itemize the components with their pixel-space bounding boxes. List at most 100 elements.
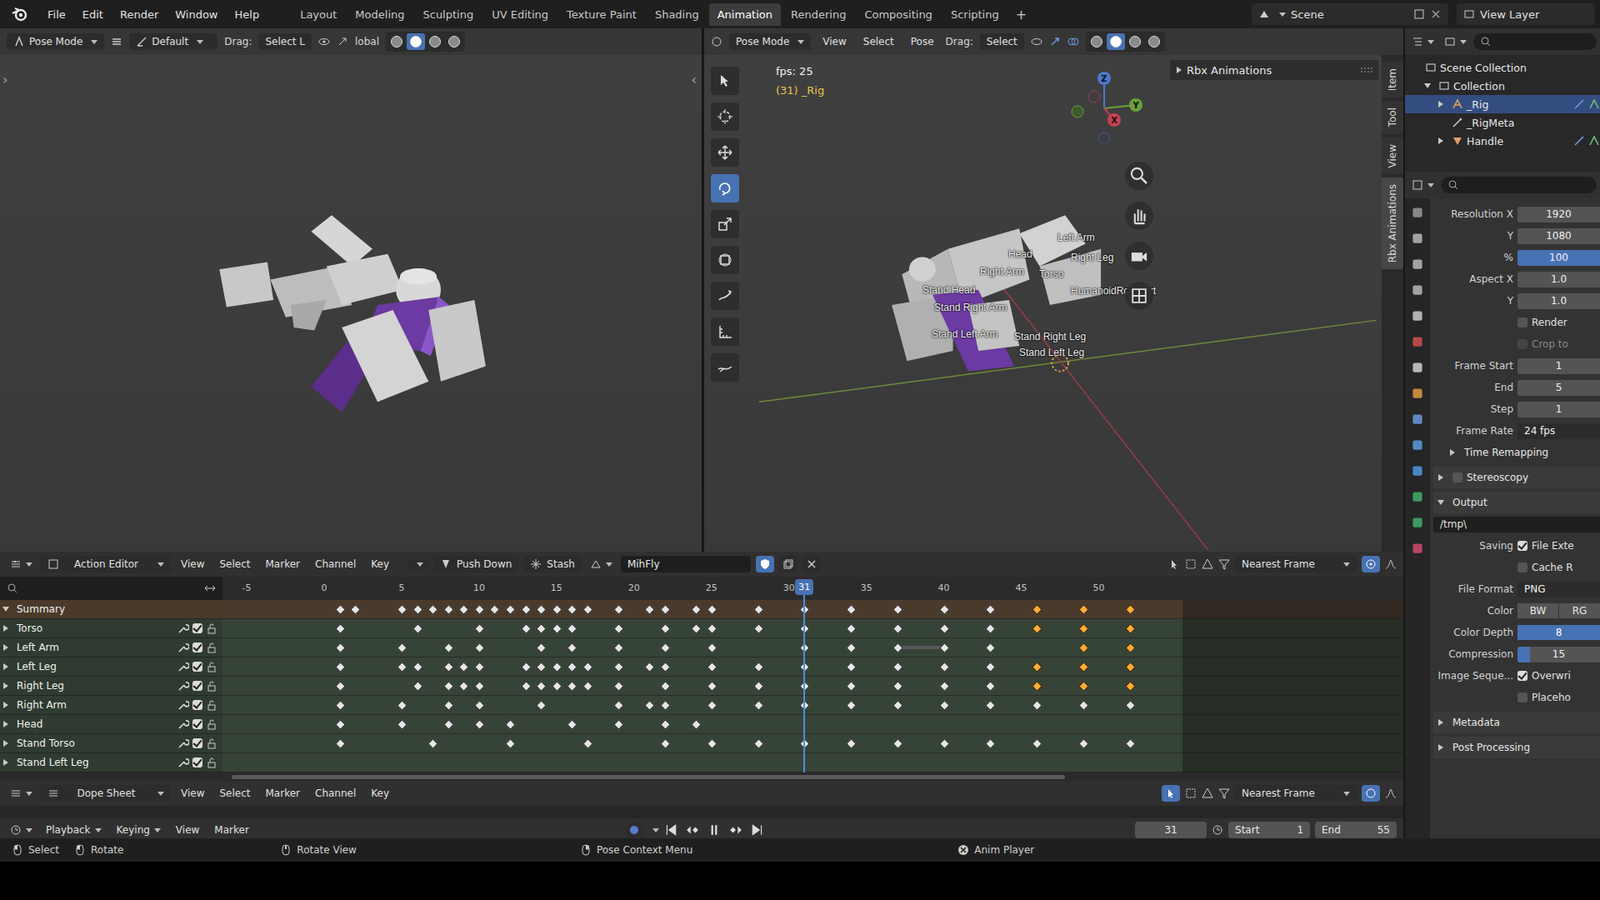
property-row[interactable]: SavingFile Exte [1433,535,1600,557]
keyframe[interactable] [892,642,904,654]
channel-row[interactable]: Right Leg [0,676,223,696]
stash-button[interactable]: Stash [523,555,582,573]
header-menu[interactable]: Playback [40,821,107,839]
keyframe[interactable] [892,700,904,711]
keyframe[interactable] [567,623,579,635]
keyframe[interactable] [753,738,765,750]
keyframe[interactable] [551,623,563,635]
properties-tab[interactable] [1410,282,1425,300]
wrench-icon[interactable] [177,680,190,692]
keyframe[interactable] [427,604,439,615]
filter-icon[interactable] [1218,787,1230,800]
editor-type-button[interactable] [6,555,36,573]
keyframe[interactable] [443,700,455,711]
property-row[interactable]: Aspect X1.0 [1433,268,1600,290]
keyframe[interactable] [412,661,424,673]
keyframe[interactable] [613,642,625,654]
header-menu[interactable]: Key [365,785,395,802]
keyframe[interactable] [613,604,625,615]
keyframe[interactable] [645,700,656,711]
drag-dropdown[interactable]: Select [980,33,1025,50]
menu-item[interactable]: Window [167,5,225,25]
keyframe[interactable] [613,661,625,673]
overlay-icon[interactable] [1067,35,1080,48]
keyframe[interactable] [412,604,424,615]
snapping-dropdown[interactable]: Nearest Frame [1235,785,1357,802]
properties-tab[interactable] [1410,205,1425,223]
pause-icon[interactable] [707,823,721,837]
keyframe[interactable] [845,642,857,654]
start-frame-field[interactable]: Start1 [1228,821,1310,839]
keyframe[interactable] [660,623,671,635]
channel-row[interactable]: Torso [0,619,223,639]
keyframe[interactable] [613,700,625,711]
keyframe[interactable] [753,700,765,711]
keyframe-canvas[interactable]: -50510152025303540455031 [222,576,1404,773]
keyframe[interactable] [1125,623,1136,635]
toggle-option[interactable]: RG [1559,603,1600,619]
keyframe[interactable] [939,604,950,615]
keyframe[interactable] [1031,738,1043,750]
keyframe[interactable] [582,661,594,673]
workspace-tab[interactable]: Scripting [942,3,1008,26]
keyframe[interactable] [458,604,470,615]
keyframe[interactable] [690,623,702,635]
lock-icon[interactable] [205,680,218,692]
keyframe[interactable] [520,661,532,673]
keyframe[interactable] [1125,661,1136,673]
keyframe[interactable] [474,680,485,692]
proportional-button[interactable] [1361,555,1380,573]
keyframe[interactable] [582,604,594,615]
header-menu[interactable]: Select [214,785,255,802]
keyframe[interactable] [1031,700,1043,711]
channel-row[interactable]: Stand Left Leg [0,753,223,773]
tool-button[interactable] [710,102,740,131]
keyframe[interactable] [567,661,579,673]
keyframe[interactable] [1078,623,1090,635]
keyframe[interactable] [474,604,485,615]
editor-type-button[interactable] [1408,176,1438,194]
keyframe[interactable] [335,604,346,615]
sidebar-tab[interactable]: Item [1381,61,1404,98]
properties-tab[interactable] [1410,385,1425,404]
action-browse-button[interactable] [586,555,616,573]
blender-logo-icon[interactable] [11,5,29,23]
keyframe[interactable] [645,604,656,615]
keyframe[interactable] [1125,700,1136,711]
keyframe[interactable] [427,738,439,750]
properties-search[interactable] [1440,176,1597,194]
keyframe[interactable] [458,661,470,673]
snapping-dropdown[interactable]: Nearest Frame [1235,555,1357,573]
editor-type-button[interactable] [1408,33,1438,50]
keyframe[interactable] [567,604,579,615]
keyframe[interactable] [706,642,718,654]
keyframe[interactable] [985,738,996,750]
eye-icon[interactable] [318,35,330,48]
keyframe[interactable] [551,680,563,692]
gizmo-icon[interactable] [336,35,349,48]
keyframe[interactable] [396,719,408,730]
property-row[interactable]: Render [1433,311,1600,334]
swap-icon[interactable] [204,582,216,595]
keyframe[interactable] [335,719,346,730]
channel-checkbox[interactable] [192,623,203,634]
keyframe[interactable] [845,604,857,615]
panel-checkbox[interactable] [1452,472,1463,483]
header-menu[interactable]: Key [365,555,395,573]
editor-type-button[interactable] [6,785,36,802]
dope-sheet-area[interactable] [0,805,1404,819]
property-row[interactable]: File FormatPNG [1433,578,1600,600]
header-menu[interactable]: Keying [111,821,166,839]
keyframe[interactable] [939,623,950,635]
wrench-icon[interactable] [177,737,190,750]
keyframe[interactable] [505,738,516,750]
keyframe[interactable] [660,642,671,654]
header-menu[interactable]: Channel [310,555,361,573]
keyframe[interactable] [443,604,455,615]
property-row[interactable]: Time Remapping [1433,441,1600,464]
lock-icon[interactable] [205,622,218,635]
keyframe[interactable] [706,623,718,635]
keyframe[interactable] [613,680,625,692]
keyframe[interactable] [1078,661,1090,673]
sidebar-panel-header[interactable]: Rbx Animations [1170,60,1379,80]
